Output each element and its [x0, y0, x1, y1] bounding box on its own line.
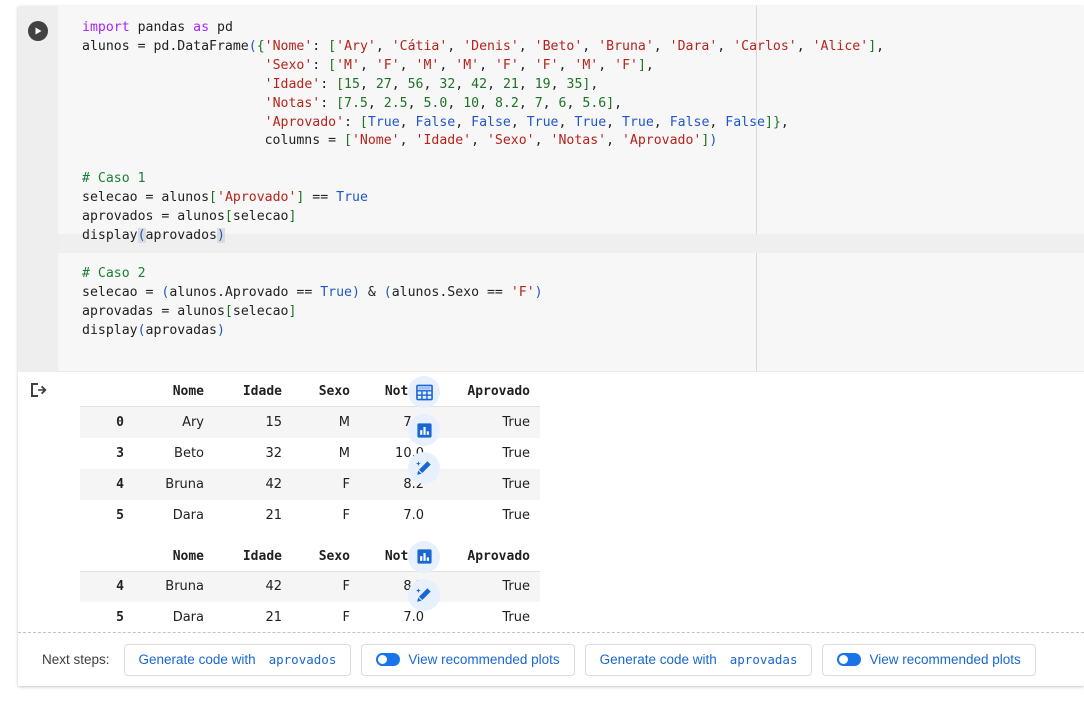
table-view-icon: [415, 384, 433, 400]
cell-nome: Ary: [182, 414, 204, 430]
dataframe-table-aprovados: Nome Idade Sexo Notas Aprovado 0 Ary 15 …: [80, 378, 540, 531]
cell-aprovado: True: [502, 507, 530, 523]
view-plots-label: View recommended plots: [869, 652, 1021, 667]
column-header-idade: Idade: [214, 378, 292, 407]
cell-nome: Bruna: [165, 579, 204, 595]
dataframe-outputs: Nome Idade Sexo Notas Aprovado 0 Ary 15 …: [58, 372, 1084, 633]
table-header: Nome Idade Sexo Notas Aprovado: [80, 542, 540, 572]
cell-idade: 21: [265, 610, 282, 625]
cell-idade: 42: [265, 476, 282, 492]
code-input-area: import pandas as pd alunos = pd.DataFram…: [18, 6, 1084, 372]
cell-sexo: F: [342, 476, 350, 492]
cell-gutter: [18, 6, 58, 371]
table-row: 3 Beto 32 M 10.0 True: [80, 438, 540, 469]
cell-sexo: M: [338, 414, 350, 430]
generate-code-aprovadas-button[interactable]: Generate code with aprovadas: [584, 643, 813, 676]
table-row: 5 Dara 21 F 7.0 True: [80, 500, 540, 531]
table-row: 5 Dara 21 F 7.0 True: [80, 602, 540, 633]
cell-aprovado: True: [502, 579, 530, 595]
generate-code-prefix: Generate code with: [138, 652, 256, 667]
cell-idade: 15: [265, 414, 282, 430]
magic-edit-icon-button[interactable]: [408, 578, 440, 611]
column-header-nome: Nome: [128, 378, 214, 407]
bar-chart-icon-button[interactable]: [408, 414, 440, 446]
code-scroll-region[interactable]: import pandas as pd alunos = pd.DataFram…: [58, 6, 1084, 371]
magic-edit-icon: [416, 587, 431, 602]
dataframe-table-aprovadas: Nome Idade Sexo Notas Aprovado 4 Bruna 4…: [80, 542, 540, 634]
row-index: 4: [116, 579, 124, 595]
dataframe-actions-aprovadas: [408, 540, 440, 611]
cell-aprovado: True: [502, 476, 530, 492]
index-header: [80, 378, 128, 407]
row-index: 4: [116, 476, 124, 492]
view-plots-label: View recommended plots: [408, 652, 560, 667]
column-header-aprovado: Aprovado: [434, 378, 540, 407]
cell-nome: Dara: [172, 610, 204, 625]
cell-aprovado: True: [502, 414, 530, 430]
row-index: 5: [116, 610, 124, 625]
cell-sexo: F: [342, 579, 350, 595]
table-row: 4 Bruna 42 F 8.2 True: [80, 571, 540, 602]
cell-sexo: M: [338, 445, 350, 461]
notebook-cell: import pandas as pd alunos = pd.DataFram…: [18, 6, 1084, 686]
generate-code-prefix: Generate code with: [599, 652, 717, 667]
table-header: Nome Idade Sexo Notas Aprovado: [80, 378, 540, 407]
cell-notas: 7.0: [403, 507, 424, 523]
cell-sexo: F: [342, 610, 350, 625]
cell-idade: 32: [265, 445, 282, 461]
cell-idade: 21: [265, 507, 282, 523]
dataframe-actions-aprovados: [408, 376, 440, 484]
cell-sexo: F: [342, 507, 350, 523]
column-header-nome: Nome: [128, 542, 214, 572]
generate-code-variable: aprovadas: [729, 652, 798, 667]
cell-nome: Dara: [172, 507, 204, 523]
cell-nome: Bruna: [165, 476, 204, 492]
view-recommended-plots-aprovadas-button[interactable]: View recommended plots: [822, 643, 1036, 676]
next-steps-label: Next steps:: [42, 652, 110, 667]
table-view-icon-button[interactable]: [408, 376, 440, 408]
cell-idade: 42: [265, 579, 282, 595]
column-header-aprovado: Aprovado: [434, 542, 540, 572]
row-index: 3: [116, 445, 124, 461]
dataframe-block-aprovados: Nome Idade Sexo Notas Aprovado 0 Ary 15 …: [58, 372, 1084, 531]
output-arrow-icon: [31, 383, 47, 397]
magic-edit-icon: [416, 461, 431, 475]
generate-code-aprovados-button[interactable]: Generate code with aprovados: [123, 643, 352, 676]
table-row: 4 Bruna 42 F 8.2 True: [80, 468, 540, 500]
table-body: 0 Ary 15 M 7.5 True 3 Beto 32: [80, 406, 540, 531]
row-index: 0: [116, 414, 124, 430]
table-row: 0 Ary 15 M 7.5 True: [80, 406, 540, 438]
bar-chart-icon: [416, 422, 432, 438]
column-header-sexo: Sexo: [292, 378, 360, 407]
generate-code-variable: aprovados: [268, 652, 337, 667]
column-header-idade: Idade: [214, 542, 292, 572]
table-body: 4 Bruna 42 F 8.2 True 5 Dara 21: [80, 571, 540, 633]
view-recommended-plots-aprovados-button[interactable]: View recommended plots: [361, 643, 575, 676]
cell-aprovado: True: [502, 610, 530, 625]
toggle-switch-icon[interactable]: [376, 653, 401, 666]
cell-aprovado: True: [502, 445, 530, 461]
toggle-switch-icon[interactable]: [837, 653, 862, 666]
magic-edit-icon-button[interactable]: [408, 452, 440, 484]
index-header: [80, 542, 128, 572]
row-index: 5: [116, 507, 124, 523]
code-editor[interactable]: import pandas as pd alunos = pd.DataFram…: [58, 6, 1084, 340]
bar-chart-icon: [416, 549, 432, 564]
run-cell-button[interactable]: [28, 21, 48, 41]
play-icon: [35, 27, 42, 35]
bar-chart-icon-button[interactable]: [408, 540, 440, 573]
column-header-sexo: Sexo: [292, 542, 360, 572]
cell-output-area: Nome Idade Sexo Notas Aprovado 0 Ary 15 …: [18, 372, 1084, 640]
next-steps-bar: Next steps: Generate code with aprovados…: [18, 632, 1084, 686]
screenshot-root: import pandas as pd alunos = pd.DataFram…: [0, 0, 1084, 726]
dataframe-block-aprovadas: Nome Idade Sexo Notas Aprovado 4 Bruna 4…: [58, 531, 1084, 634]
cell-nome: Beto: [174, 445, 204, 461]
